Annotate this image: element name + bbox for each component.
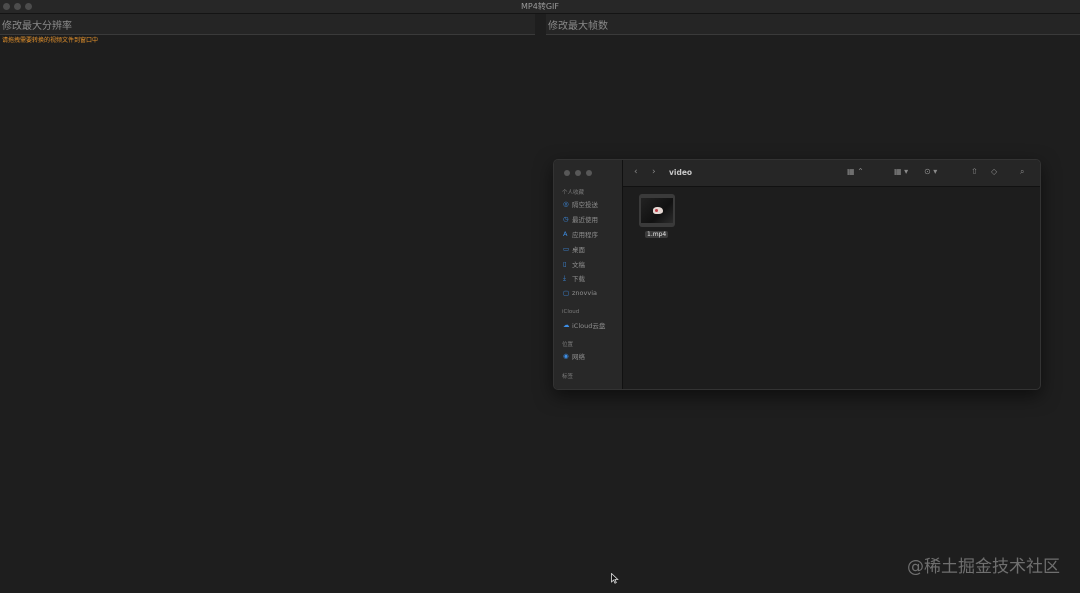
documents-icon: ▯ xyxy=(563,260,567,268)
icloud-header: iCloud xyxy=(562,309,580,315)
tag-icon[interactable]: ◇ xyxy=(991,167,997,176)
tags-header: 标签 xyxy=(562,374,574,380)
folder-icon: ▢ xyxy=(563,289,570,297)
max-framerate-input[interactable] xyxy=(546,16,1080,37)
forward-icon[interactable]: › xyxy=(652,167,656,177)
watermark: @稀土掘金技术社区 xyxy=(907,557,1060,577)
action-menu-icon[interactable]: ⊙ ▾ xyxy=(924,167,937,176)
sidebar-item-airdrop[interactable]: ◎ 隔空投送 xyxy=(563,199,598,209)
sidebar-item-label: 最近使用 xyxy=(572,216,598,224)
max-resolution-input[interactable] xyxy=(0,16,535,37)
sidebar-item-label: 应用程序 xyxy=(572,231,598,239)
sidebar-item-label: iCloud云盘 xyxy=(572,322,606,330)
file-name-label[interactable]: 1.mp4 xyxy=(645,231,669,238)
sidebar-item-label: 桌面 xyxy=(572,246,585,254)
sidebar-item-applications[interactable]: A 应用程序 xyxy=(563,229,598,239)
applications-icon: A xyxy=(563,230,568,238)
sidebar-item-desktop[interactable]: ▭ 桌面 xyxy=(563,244,585,254)
search-icon[interactable]: ⌕ xyxy=(1020,167,1024,177)
finder-close-button[interactable] xyxy=(564,170,570,176)
title-bar: MP4转GIF xyxy=(0,0,1080,14)
sidebar-item-icloud-drive[interactable]: ☁ iCloud云盘 xyxy=(563,320,605,330)
sidebar-item-label: 隔空投送 xyxy=(572,201,598,209)
recents-icon: ◷ xyxy=(563,215,569,223)
finder-window[interactable]: 个人收藏 ◎ 隔空投送 ◷ 最近使用 A 应用程序 ▭ 桌面 ▯ 文稿 ⤓ 下载… xyxy=(553,159,1041,390)
drop-hint: 请拖拽需要转换的视频文件到窗口中 xyxy=(2,37,99,44)
sidebar-item-documents[interactable]: ▯ 文稿 xyxy=(563,259,585,269)
video-preview-image xyxy=(641,198,673,223)
sidebar-item-label: znovvia xyxy=(572,289,597,297)
view-mode-icon[interactable]: ▦ ⌃ xyxy=(847,167,864,176)
group-icon[interactable]: ▦ ▾ xyxy=(894,167,908,176)
share-icon[interactable]: ⇧ xyxy=(971,167,978,176)
folder-title: video xyxy=(669,168,693,177)
finder-toolbar: ‹ › video ▦ ⌃ ▦ ▾ ⊙ ▾ ⇧ ◇ ⌕ xyxy=(623,160,1040,187)
sidebar-item-label: 网络 xyxy=(572,353,585,361)
window-title: MP4转GIF xyxy=(521,2,559,11)
sidebar-item-network[interactable]: ◉ 网络 xyxy=(563,351,585,361)
framerate-field xyxy=(546,14,1080,37)
finder-sidebar: 个人收藏 ◎ 隔空投送 ◷ 最近使用 A 应用程序 ▭ 桌面 ▯ 文稿 ⤓ 下载… xyxy=(554,160,623,389)
cloud-icon: ☁ xyxy=(563,321,570,329)
resolution-field xyxy=(0,14,535,37)
favorites-header: 个人收藏 xyxy=(562,190,585,196)
desktop-icon: ▭ xyxy=(563,245,570,253)
sidebar-item-label: 下载 xyxy=(572,275,585,283)
sidebar-item-home[interactable]: ▢ znovvia xyxy=(563,288,597,298)
locations-header: 位置 xyxy=(562,342,574,348)
network-icon: ◉ xyxy=(563,352,569,360)
sidebar-item-downloads[interactable]: ⤓ 下载 xyxy=(563,273,585,284)
mouse-cursor-icon xyxy=(611,573,619,584)
finder-zoom-button[interactable] xyxy=(586,170,592,176)
video-file-thumbnail[interactable] xyxy=(639,194,675,227)
sidebar-item-recents[interactable]: ◷ 最近使用 xyxy=(563,214,598,224)
airdrop-icon: ◎ xyxy=(563,200,569,208)
downloads-icon: ⤓ xyxy=(563,273,566,282)
finder-minimize-button[interactable] xyxy=(575,170,581,176)
sidebar-item-label: 文稿 xyxy=(572,261,585,269)
back-icon[interactable]: ‹ xyxy=(634,167,638,177)
